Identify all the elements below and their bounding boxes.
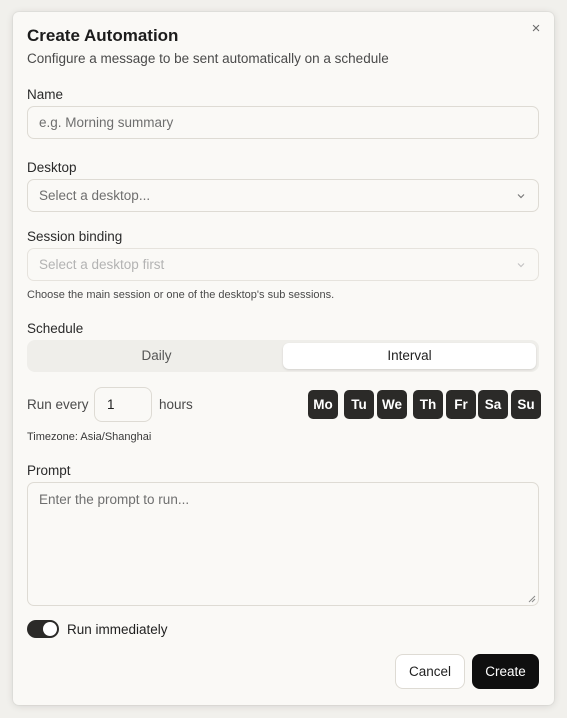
name-placeholder: e.g. Morning summary xyxy=(39,115,174,130)
desktop-label: Desktop xyxy=(27,160,77,175)
dialog-subtitle: Configure a message to be sent automatic… xyxy=(27,51,389,66)
session-binding-value: Select a desktop first xyxy=(39,257,165,272)
interval-input[interactable]: 1 xyxy=(94,387,152,422)
day-toggle-th[interactable]: Th xyxy=(413,390,443,419)
toggle-knob xyxy=(43,622,57,636)
timezone-text: Timezone: Asia/Shanghai xyxy=(27,431,152,443)
day-toggle-tu[interactable]: Tu xyxy=(344,390,374,419)
desktop-select[interactable]: Select a desktop... xyxy=(27,179,539,212)
schedule-option-daily[interactable]: Daily xyxy=(30,343,283,369)
day-toggle-mo[interactable]: Mo xyxy=(308,390,338,419)
name-label: Name xyxy=(27,87,64,102)
day-toggle-sa[interactable]: Sa xyxy=(478,390,508,419)
desktop-select-value: Select a desktop... xyxy=(39,188,151,203)
schedule-option-interval[interactable]: Interval xyxy=(283,343,536,369)
dialog-title: Create Automation xyxy=(27,26,179,45)
day-toggle-we[interactable]: We xyxy=(377,390,407,419)
session-binding-hint: Choose the main session or one of the de… xyxy=(27,289,335,301)
schedule-label: Schedule xyxy=(27,321,84,336)
day-toggle-su[interactable]: Su xyxy=(511,390,541,419)
run-every-label: Run every xyxy=(27,397,89,412)
create-button[interactable]: Create xyxy=(472,654,539,689)
prompt-textarea[interactable]: Enter the prompt to run... xyxy=(27,482,539,606)
chevron-down-icon xyxy=(517,194,525,199)
name-input[interactable]: e.g. Morning summary xyxy=(27,106,539,139)
interval-unit-label: hours xyxy=(159,397,193,412)
close-icon[interactable]: × xyxy=(528,21,544,37)
session-binding-label: Session binding xyxy=(27,229,123,244)
create-automation-dialog: × Create Automation Configure a message … xyxy=(13,12,554,705)
session-binding-select[interactable]: Select a desktop first xyxy=(27,248,539,281)
prompt-placeholder: Enter the prompt to run... xyxy=(39,492,190,507)
schedule-segmented-control: Daily Interval xyxy=(27,340,539,372)
resize-handle-icon[interactable] xyxy=(528,595,536,603)
run-immediately-toggle[interactable] xyxy=(27,620,59,638)
cancel-button[interactable]: Cancel xyxy=(395,654,465,689)
prompt-label: Prompt xyxy=(27,463,71,478)
day-toggle-fr[interactable]: Fr xyxy=(446,390,476,419)
run-immediately-label: Run immediately xyxy=(67,622,168,637)
chevron-down-icon xyxy=(517,263,525,268)
